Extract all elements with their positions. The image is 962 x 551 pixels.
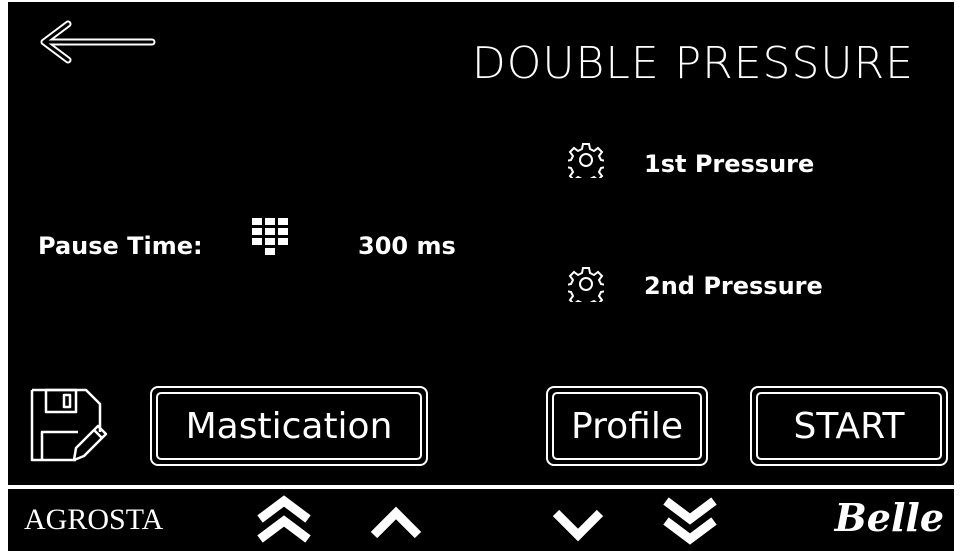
pause-time-value[interactable]: 300 ms [358, 232, 456, 260]
main-screen: DOUBLE PRESSURE 1st Pressure 2nd Pressur… [8, 2, 954, 485]
gear-icon[interactable] [565, 142, 607, 185]
page-title: DOUBLE PRESSURE [471, 38, 914, 89]
footer-bar: AGROSTA Belle [8, 489, 954, 551]
start-button[interactable]: START [750, 386, 948, 466]
profile-button-label: Profile [571, 405, 683, 447]
chevron-down-icon[interactable] [548, 495, 608, 545]
mastication-button[interactable]: Mastication [150, 386, 428, 466]
start-button-label: START [793, 405, 905, 447]
double-chevron-down-icon[interactable] [660, 495, 720, 545]
agrosta-logo: AGROSTA [24, 503, 164, 536]
keypad-icon[interactable] [250, 216, 290, 272]
first-pressure-label[interactable]: 1st Pressure [644, 150, 814, 178]
belle-logo: Belle [834, 495, 944, 540]
double-chevron-up-icon[interactable] [254, 495, 314, 545]
gear-icon[interactable] [565, 266, 607, 309]
chevron-up-icon[interactable] [366, 495, 426, 545]
save-icon[interactable] [28, 386, 108, 466]
back-arrow-icon[interactable] [38, 20, 158, 70]
second-pressure-label[interactable]: 2nd Pressure [644, 272, 823, 300]
profile-button[interactable]: Profile [546, 386, 708, 466]
mastication-button-label: Mastication [185, 405, 393, 447]
pause-time-label: Pause Time: [38, 232, 203, 260]
